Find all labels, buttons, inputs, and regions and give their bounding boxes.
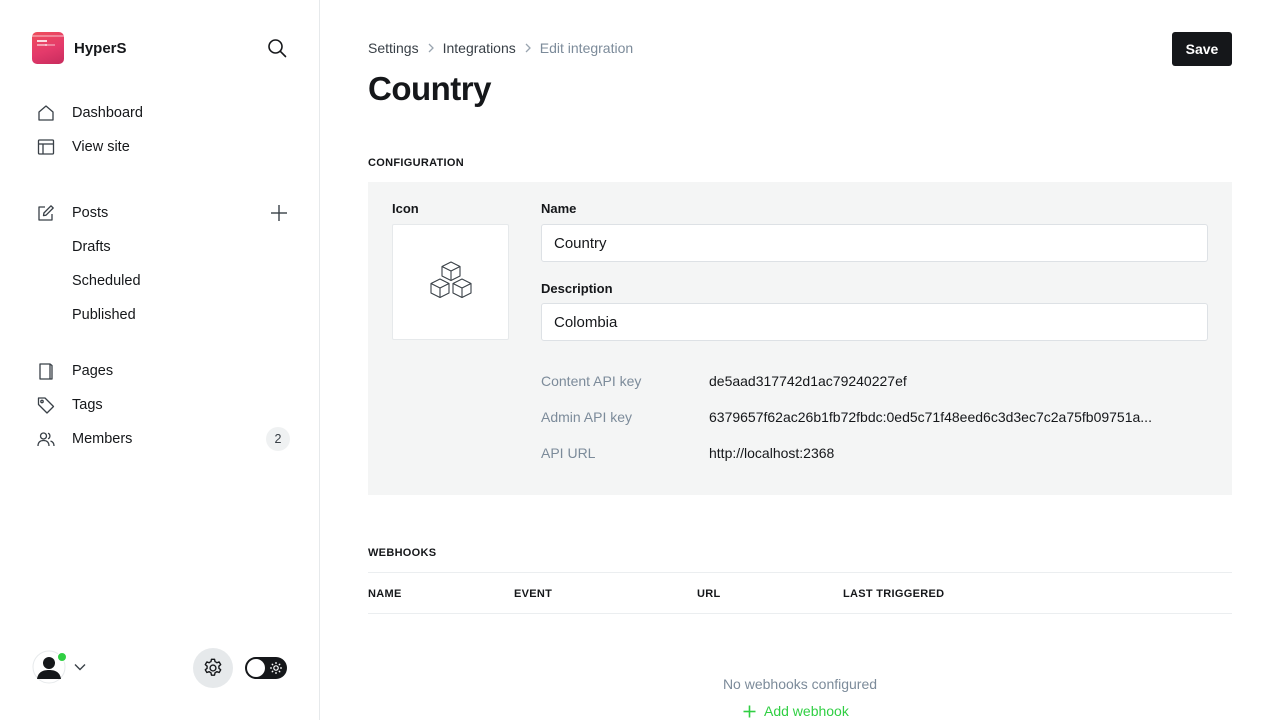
brand-name: HyperS <box>74 39 127 57</box>
brand[interactable]: HyperS <box>32 32 127 64</box>
api-url-value[interactable]: http://localhost:2368 <box>709 445 1208 461</box>
name-input[interactable] <box>541 224 1208 262</box>
page-icon <box>36 361 56 381</box>
nav-posts: Posts Drafts Scheduled Published <box>32 196 292 332</box>
nav-label: Tags <box>72 397 103 413</box>
nav-item-scheduled[interactable]: Scheduled <box>32 264 292 298</box>
admin-api-key-label: Admin API key <box>541 409 633 425</box>
brand-logo <box>32 32 64 64</box>
tag-icon <box>36 395 56 415</box>
content-api-key-value[interactable]: de5aad317742d1ac79240227ef <box>709 373 1208 389</box>
sidebar: HyperS Dashboard View site Posts Drafts … <box>0 0 320 720</box>
content-api-key-row: Content API key de5aad317742d1ac79240227… <box>541 371 1208 391</box>
theme-toggle[interactable] <box>245 657 287 679</box>
nav-label: Dashboard <box>72 105 143 121</box>
breadcrumb: Settings Integrations Edit integration <box>368 40 633 56</box>
settings-button[interactable] <box>193 648 233 688</box>
webhooks-empty-state: No webhooks configured <box>722 676 878 692</box>
plus-icon <box>271 205 287 221</box>
nav-label: Posts <box>72 205 109 221</box>
integration-icon-upload[interactable] <box>392 224 509 340</box>
nav-item-drafts[interactable]: Drafts <box>32 230 292 264</box>
configuration-panel: Icon Name Description Content API key de… <box>368 182 1232 495</box>
nav-secondary: Pages Tags Members 2 <box>32 354 292 456</box>
nav-item-dashboard[interactable]: Dashboard <box>32 96 292 130</box>
column-header-url: URL <box>697 588 721 600</box>
breadcrumb-settings[interactable]: Settings <box>368 40 419 56</box>
webhooks-section-label: WEBHOOKS <box>368 547 437 559</box>
configuration-section-label: CONFIGURATION <box>368 157 464 169</box>
nav-label: View site <box>72 139 130 155</box>
add-webhook-button[interactable]: Add webhook <box>742 703 849 719</box>
nav-item-pages[interactable]: Pages <box>32 354 292 388</box>
user-menu-toggle[interactable] <box>73 660 87 674</box>
home-icon <box>36 103 56 123</box>
name-label: Name <box>541 201 577 216</box>
sun-icon <box>269 661 283 675</box>
breadcrumb-integrations[interactable]: Integrations <box>443 40 516 56</box>
breadcrumb-current: Edit integration <box>539 40 634 56</box>
admin-api-key-value[interactable]: 6379657f62ac26b1fb72fbdc:0ed5c71f48eed6c… <box>709 409 1208 425</box>
search-icon <box>268 39 287 58</box>
gear-icon <box>204 658 222 676</box>
nav-primary: Dashboard View site <box>32 96 292 164</box>
icon-label: Icon <box>392 201 419 216</box>
nav-item-view-site[interactable]: View site <box>32 130 292 164</box>
plus-icon <box>742 704 756 718</box>
column-header-last-triggered: LAST TRIGGERED <box>843 588 945 600</box>
cubes-icon <box>429 261 472 299</box>
layout-icon <box>36 137 56 157</box>
add-webhook-label: Add webhook <box>764 703 849 719</box>
nav-item-tags[interactable]: Tags <box>32 388 292 422</box>
description-label: Description <box>541 281 613 296</box>
nav-item-published[interactable]: Published <box>32 298 292 332</box>
api-url-row: API URL http://localhost:2368 <box>541 443 1208 463</box>
webhooks-table-header: NAME EVENT URL LAST TRIGGERED <box>368 572 1232 614</box>
new-post-button[interactable] <box>269 203 289 223</box>
chevron-right-icon <box>423 40 439 56</box>
theme-toggle-knob <box>247 659 265 677</box>
main-content: Settings Integrations Edit integration S… <box>368 0 1232 720</box>
user-avatar[interactable] <box>32 650 67 684</box>
chevron-down-icon <box>74 664 86 671</box>
nav-item-members[interactable]: Members 2 <box>32 422 292 456</box>
members-icon <box>36 429 56 449</box>
column-header-event: EVENT <box>514 588 553 600</box>
search-button[interactable] <box>265 36 289 60</box>
chevron-right-icon <box>520 40 536 56</box>
page-title: Country <box>368 70 492 107</box>
admin-api-key-row: Admin API key 6379657f62ac26b1fb72fbdc:0… <box>541 407 1208 427</box>
content-api-key-label: Content API key <box>541 373 642 389</box>
save-button[interactable]: Save <box>1172 32 1232 66</box>
column-header-name: NAME <box>368 588 402 600</box>
nav-label: Pages <box>72 363 114 379</box>
members-count-badge: 2 <box>266 427 290 451</box>
description-input[interactable] <box>541 303 1208 341</box>
api-url-label: API URL <box>541 445 596 461</box>
nav-item-posts[interactable]: Posts <box>32 196 292 230</box>
nav-label: Members <box>72 431 133 447</box>
edit-icon <box>36 203 56 223</box>
online-status-dot <box>57 652 67 662</box>
